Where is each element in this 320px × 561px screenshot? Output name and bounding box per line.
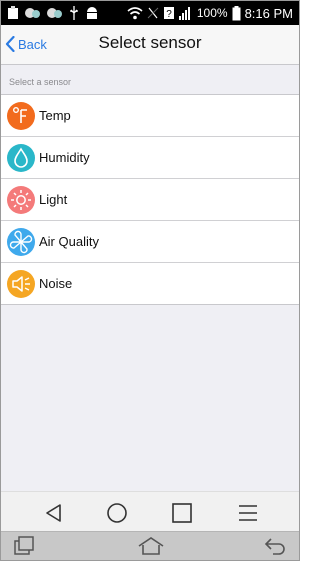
list-item-air-quality[interactable]: Air Quality: [1, 221, 299, 263]
list-item-label: Noise: [39, 276, 73, 291]
no-signal-icon: [147, 7, 159, 19]
clock: 8:16 PM: [244, 5, 293, 21]
sun-icon: [7, 186, 35, 214]
list-item-label: Humidity: [39, 150, 90, 165]
sim-question-icon: ?: [163, 7, 174, 20]
status-indicators: ? 100% 8:16 PM: [127, 1, 293, 25]
section-label: Select a sensor: [9, 77, 72, 87]
water-drop-icon: [7, 144, 35, 172]
sensor-list: Temp Humidity Light Air Quality Noise: [1, 94, 299, 305]
app-frame: ? 100% 8:16 PM Back Select sensor Select…: [0, 0, 300, 561]
system-bar: [1, 531, 299, 560]
menu-icon[interactable]: [237, 502, 259, 524]
android-debug-icon: [87, 7, 97, 19]
recent-apps-square-icon[interactable]: [171, 502, 193, 524]
battery-percent: 100%: [196, 6, 228, 20]
list-item-label: Light: [39, 192, 68, 207]
recent-windows-icon[interactable]: [13, 536, 37, 556]
list-item-light[interactable]: Light: [1, 179, 299, 221]
list-item-label: Air Quality: [39, 234, 99, 249]
list-item-noise[interactable]: Noise: [1, 263, 299, 304]
clipboard-icon: [8, 6, 18, 19]
notification-icons: [7, 4, 99, 22]
back-triangle-icon[interactable]: [43, 502, 65, 524]
fan-icon: [7, 228, 35, 256]
soft-navigation-bar: [1, 491, 299, 532]
home-icon[interactable]: [137, 536, 165, 556]
svg-text:?: ?: [166, 9, 172, 20]
list-item-temp[interactable]: Temp: [1, 95, 299, 137]
temperature-icon: [7, 102, 35, 130]
list-item-label: Temp: [39, 108, 71, 123]
wifi-icon: [127, 7, 143, 20]
status-bar: ? 100% 8:16 PM: [1, 1, 299, 25]
list-item-humidity[interactable]: Humidity: [1, 137, 299, 179]
signal-bars-icon: [178, 7, 190, 20]
page-title: Select sensor: [98, 33, 202, 52]
speaker-icon: [7, 270, 35, 298]
battery-icon: [232, 5, 241, 20]
app-notification-icon: [25, 8, 40, 18]
navigation-bar: Back Select sensor: [1, 25, 299, 65]
app-notification-icon: [47, 8, 62, 18]
return-icon[interactable]: [263, 536, 287, 556]
home-circle-icon[interactable]: [106, 502, 128, 524]
usb-icon: [70, 6, 78, 20]
